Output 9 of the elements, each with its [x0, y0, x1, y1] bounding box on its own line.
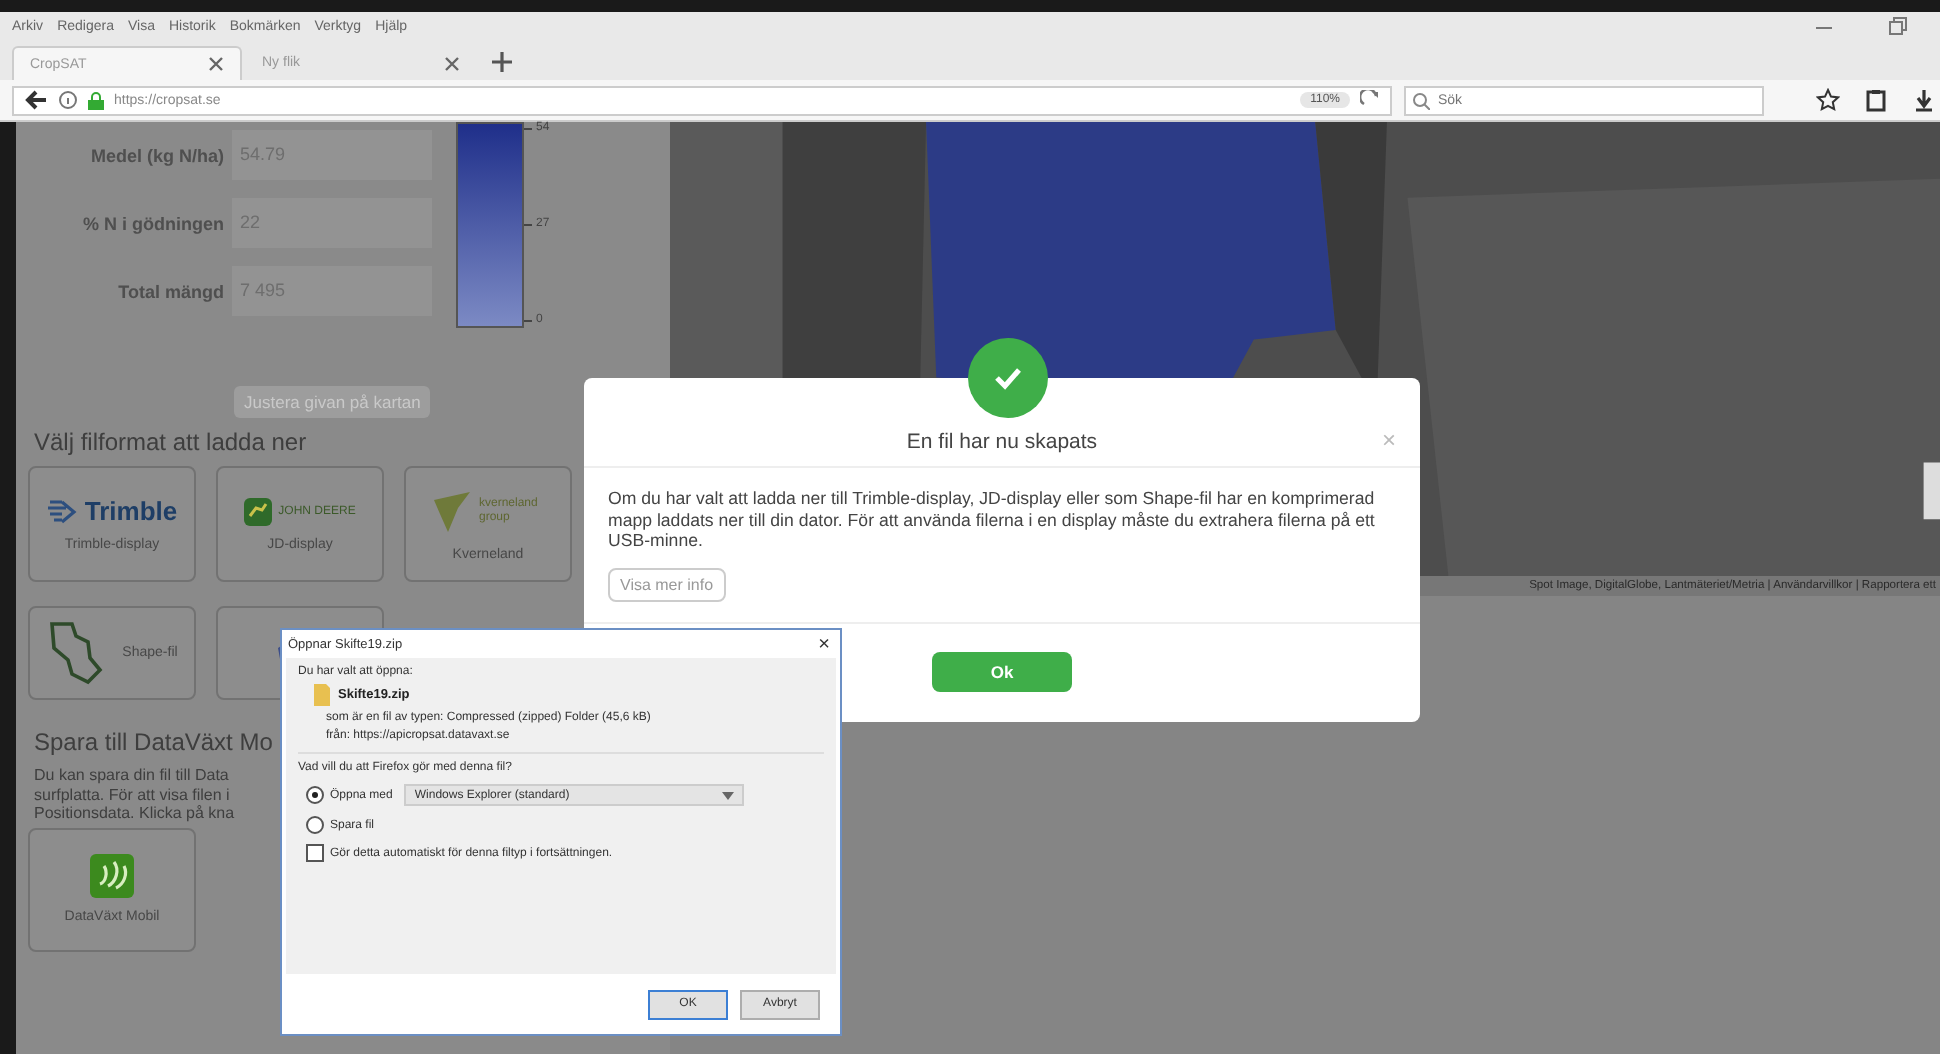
logo-text: Trimble — [84, 496, 178, 526]
description-text: Du kan spara din fil till Data surfplatta. För att visa filen i Positionsdata. Klicka på kna — [34, 766, 237, 824]
field-label: % N i gödningen — [81, 213, 224, 233]
section-heading: Spara till DataVäxt Mo — [34, 728, 273, 756]
modal-title: En fil har nu skapats — [906, 430, 1098, 454]
field-label: Medel (kg N/ha) — [88, 145, 224, 165]
section-heading: Välj filformat att ladda ner — [34, 428, 309, 456]
modal-message: Om du har valt att ladda ner till Trimble-display, JD-display eller som Shape-fil har en komprimerad mapp laddats ner till din dator. För att använda filerna i en display måste du extrahera filerna på ett USB-minne. — [608, 488, 1377, 552]
field-label: Total mängd — [116, 281, 224, 301]
